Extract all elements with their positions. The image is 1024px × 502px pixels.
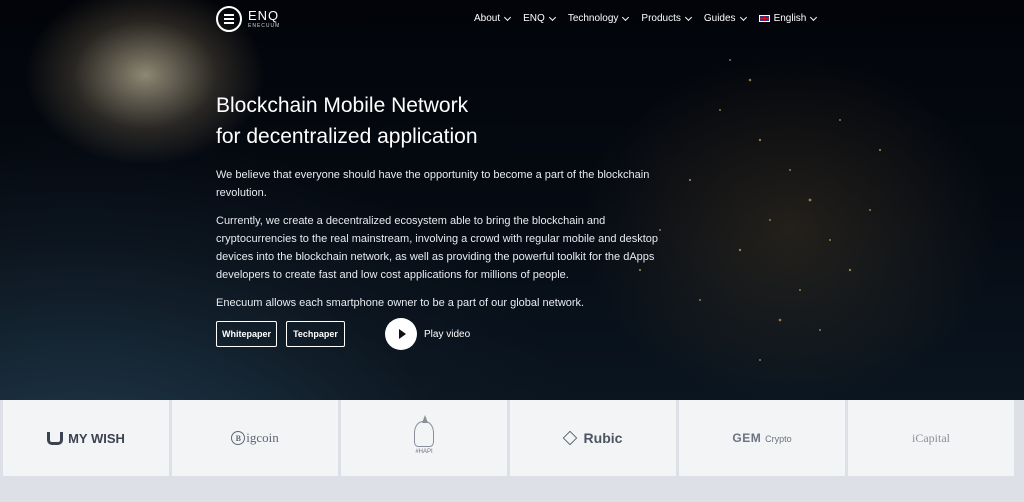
partner-name: igcoin — [246, 430, 279, 445]
top-navigation: ENQ ENECUUM About ENQ Technology Product… — [0, 0, 1024, 40]
main-menu: About ENQ Technology Products Guides Eng… — [474, 13, 829, 24]
chevron-down-icon — [504, 13, 512, 21]
play-icon — [385, 318, 417, 350]
menu-item-label: Products — [641, 13, 681, 24]
bigcoin-logo-icon: B — [231, 431, 246, 445]
chevron-down-icon — [622, 13, 630, 21]
partner-hapi[interactable]: #HAPI — [341, 400, 507, 476]
hero-paragraph: Enecuum allows each smartphone owner to … — [216, 297, 585, 309]
rubic-cube-icon — [562, 430, 577, 446]
menu-item-guides[interactable]: Guides — [703, 13, 747, 24]
hero-title: Blockchain Mobile Network for decentrali… — [216, 90, 676, 152]
partner-sub: Crypto — [765, 434, 792, 444]
logo-name: ENQ — [248, 7, 280, 23]
techpaper-button[interactable]: Techpaper — [286, 321, 345, 347]
chevron-down-icon — [739, 13, 747, 21]
logo-subtitle: ENECUUM — [248, 22, 281, 29]
icapital-logo-icon: iCapital — [912, 430, 950, 445]
hero-title-line2: for decentralized application — [216, 125, 478, 148]
partner-name: GEM — [732, 431, 762, 445]
hero-paragraph: We believe that everyone should have the… — [216, 169, 650, 199]
partner-mywish[interactable]: MY WISH — [3, 400, 169, 476]
partner-icapital[interactable]: iCapital — [848, 400, 1014, 476]
menu-item-technology[interactable]: Technology — [567, 13, 630, 24]
chevron-down-icon — [548, 13, 556, 21]
chevron-down-icon — [684, 13, 692, 21]
language-selector[interactable]: English — [758, 13, 818, 24]
menu-item-label: Technology — [567, 13, 619, 24]
mywish-logo-icon — [47, 431, 64, 445]
partner-name: Rubic — [583, 430, 623, 446]
partner-bigcoin[interactable]: B igcoin — [172, 400, 338, 476]
menu-item-enq[interactable]: ENQ — [523, 13, 556, 24]
partner-name: MY WISH — [68, 430, 125, 446]
play-video-button[interactable]: Play video — [385, 318, 470, 350]
partner-rubic[interactable]: Rubic — [510, 400, 676, 476]
partner-name: #HAPI — [415, 449, 433, 455]
partner-gem-crypto[interactable]: GEM Crypto — [679, 400, 845, 476]
uk-flag-icon — [758, 15, 770, 22]
partners-strip: MY WISH B igcoin #HAPI Rubic GEM Crypto … — [0, 400, 1024, 502]
menu-item-label: About — [474, 13, 501, 24]
chevron-down-icon — [810, 13, 818, 21]
gem-crypto-logo-icon: GEM Crypto — [732, 431, 791, 445]
hero-actions: Whitepaper Techpaper Play video — [216, 318, 470, 350]
language-label: English — [773, 13, 807, 24]
hero-content: Blockchain Mobile Network for decentrali… — [216, 90, 676, 312]
hero-title-line1: Blockchain Mobile Network — [216, 94, 469, 117]
menu-item-label: Guides — [703, 13, 736, 24]
hapi-unicorn-icon — [414, 415, 434, 447]
whitepaper-button[interactable]: Whitepaper — [216, 321, 277, 347]
enq-logo-icon — [216, 6, 242, 32]
play-video-label: Play video — [424, 328, 471, 340]
menu-item-label: ENQ — [523, 13, 545, 24]
menu-item-about[interactable]: About — [474, 13, 512, 24]
enq-logo[interactable]: ENQ ENECUUM — [216, 6, 280, 32]
menu-item-products[interactable]: Products — [641, 13, 692, 24]
hero-paragraph: Currently, we create a decentralized eco… — [216, 215, 659, 281]
